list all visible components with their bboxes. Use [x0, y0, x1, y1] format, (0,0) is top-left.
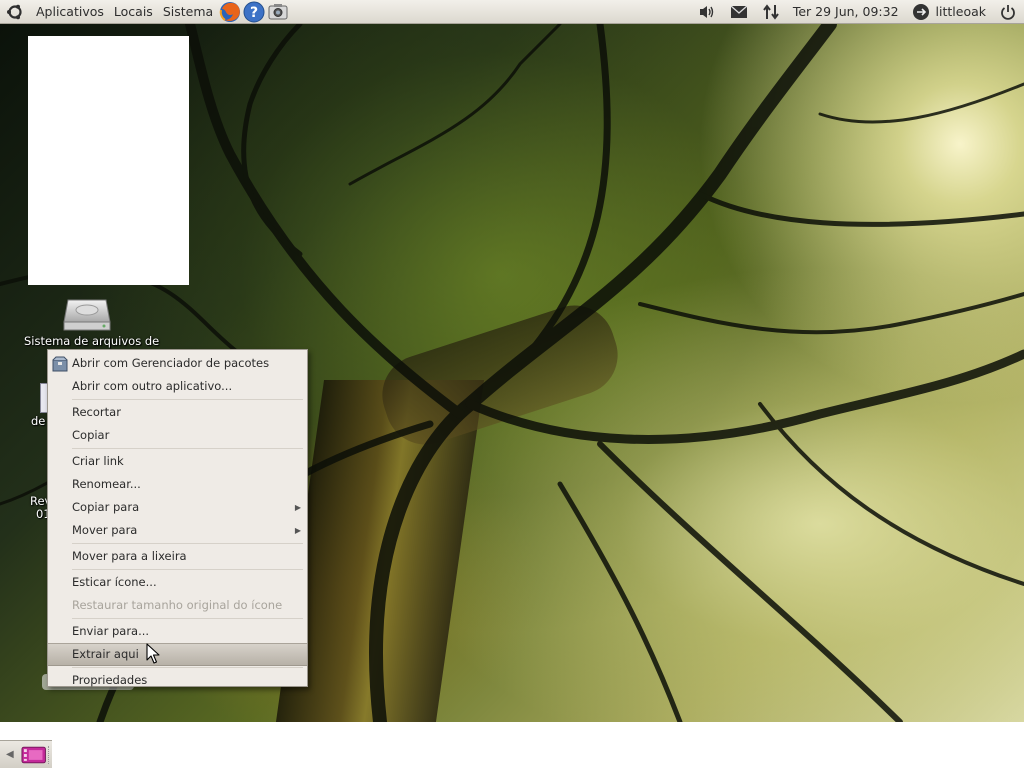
menu-item-copy[interactable]: Copiar [48, 424, 307, 447]
bottom-panel: ◀ [0, 740, 52, 768]
menu-item-restore-icon-size: Restaurar tamanho original do ícone [48, 594, 307, 617]
panel-grip[interactable] [48, 745, 52, 764]
desktop-icon-label-filesystem[interactable]: Sistema de arquivos de [24, 334, 159, 348]
menu-separator [72, 618, 303, 619]
mouse-cursor-icon [146, 643, 160, 664]
menu-item-label: Copiar para [72, 500, 140, 514]
menu-item-label: Abrir com outro aplicativo... [72, 379, 233, 393]
menu-item-move-to[interactable]: Mover para ▶ [48, 519, 307, 542]
top-panel: Aplicativos Locais Sistema ? Ter 29 Jun,… [0, 0, 1024, 24]
ubuntu-logo-icon[interactable] [5, 2, 25, 22]
menu-item-rename[interactable]: Renomear... [48, 473, 307, 496]
menu-item-move-to-trash[interactable]: Mover para a lixeira [48, 545, 307, 568]
volume-icon[interactable] [697, 2, 717, 22]
desktop-icon-label-2[interactable]: de [31, 414, 45, 428]
menu-item-label: Criar link [72, 454, 124, 468]
menu-item-open-with-other[interactable]: Abrir com outro aplicativo... [48, 375, 307, 398]
clock[interactable]: Ter 29 Jun, 09:32 [787, 4, 905, 19]
menu-applications[interactable]: Aplicativos [31, 0, 109, 24]
menu-item-label: Esticar ícone... [72, 575, 157, 589]
package-icon [52, 356, 68, 372]
menu-separator [72, 569, 303, 570]
bottom-panel-area [0, 722, 1024, 768]
menu-item-cut[interactable]: Recortar [48, 401, 307, 424]
menu-item-extract-here[interactable]: Extrair aqui [48, 643, 307, 666]
panel-left-section: Aplicativos Locais Sistema ? [0, 0, 290, 24]
firefox-icon[interactable] [219, 1, 241, 23]
menu-item-label: Copiar [72, 428, 110, 442]
menu-item-label: Enviar para... [72, 624, 150, 638]
menu-item-label: Mover para [72, 523, 138, 537]
menu-separator [72, 399, 303, 400]
menu-separator [72, 667, 303, 668]
menu-item-copy-to[interactable]: Copiar para ▶ [48, 496, 307, 519]
help-icon[interactable]: ? [243, 1, 265, 23]
menu-system[interactable]: Sistema [158, 0, 218, 24]
power-icon[interactable] [998, 2, 1018, 22]
menu-item-properties[interactable]: Propriedades [48, 669, 307, 692]
screenshot-icon[interactable] [267, 1, 289, 23]
menu-item-send-to[interactable]: Enviar para... [48, 620, 307, 643]
menu-item-label: Propriedades [72, 673, 148, 687]
desktop-preview-image[interactable] [28, 36, 189, 285]
menu-item-label: Renomear... [72, 477, 141, 491]
panel-right-section: Ter 29 Jun, 09:32 littleoak [691, 0, 1024, 24]
show-desktop-arrow-icon[interactable]: ◀ [3, 745, 17, 765]
user-status-icon[interactable] [911, 2, 931, 22]
menu-separator [72, 543, 303, 544]
network-icon[interactable] [761, 2, 781, 22]
menu-item-label: Recortar [72, 405, 121, 419]
harddisk-icon[interactable] [62, 292, 112, 332]
menu-item-stretch-icon[interactable]: Esticar ícone... [48, 571, 307, 594]
menu-item-label: Extrair aqui [72, 647, 139, 661]
media-player-icon[interactable] [21, 745, 46, 765]
menu-item-make-link[interactable]: Criar link [48, 450, 307, 473]
menu-item-label: Abrir com Gerenciador de pacotes [72, 356, 270, 370]
submenu-arrow-icon: ▶ [294, 503, 301, 512]
submenu-arrow-icon: ▶ [294, 526, 301, 535]
svg-text:?: ? [250, 5, 258, 21]
context-menu: Abrir com Gerenciador de pacotes Abrir c… [47, 349, 308, 687]
menu-places[interactable]: Locais [109, 0, 158, 24]
user-menu[interactable]: littleoak [933, 4, 992, 19]
menu-separator [72, 448, 303, 449]
menu-item-label: Restaurar tamanho original do ícone [72, 598, 283, 612]
menu-item-open-package-manager[interactable]: Abrir com Gerenciador de pacotes [48, 352, 307, 375]
mail-icon[interactable] [729, 2, 749, 22]
menu-item-label: Mover para a lixeira [72, 549, 187, 563]
